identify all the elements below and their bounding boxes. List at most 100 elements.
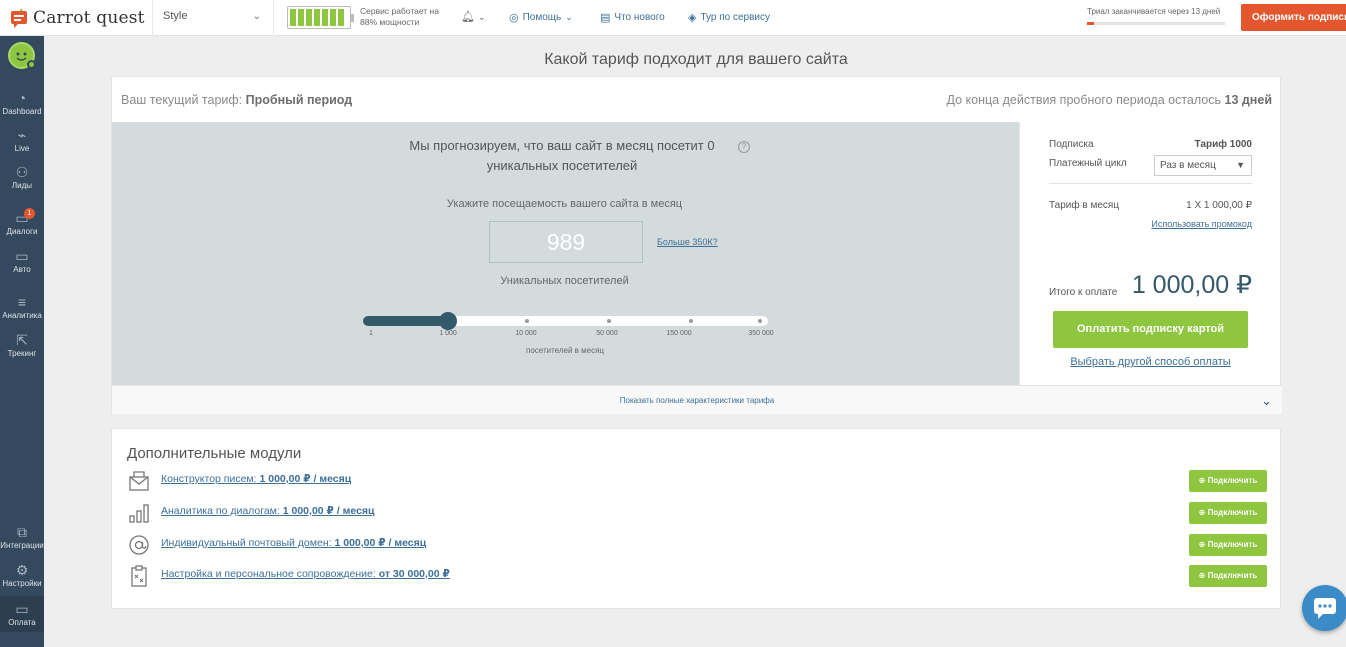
chat-bubble-icon: [1314, 598, 1336, 619]
slider-tick: [757, 319, 762, 323]
slider-tick-label: 150 000: [666, 330, 692, 337]
chat-widget-button[interactable]: [1302, 585, 1346, 631]
current-plan: Ваш текущий тариф: Пробный период: [121, 93, 352, 107]
current-plan-value: Пробный период: [245, 93, 353, 107]
subscribe-button[interactable]: Оформить подписку: [1241, 4, 1346, 31]
sidebar-item-label: Оплата: [8, 618, 36, 627]
card-icon: ▭: [15, 601, 29, 617]
visits-label: Укажите посещаемость вашего сайта в меся…: [446, 198, 683, 210]
more-350k-link[interactable]: Больше 350К?: [657, 237, 718, 247]
project-name: Style: [163, 10, 188, 22]
billing-cycle-label: Платежный цикл: [1049, 158, 1127, 169]
connect-module-button[interactable]: ⊕ Подключить: [1189, 470, 1267, 492]
notifications-button[interactable]: 🔔︎ ⌄: [461, 10, 486, 23]
module-row: Аналитика по диалогам: 1 000,00 ₽ / меся…: [127, 501, 1267, 525]
chevron-down-icon: ⌄: [478, 12, 486, 22]
sidebar-item-label: Интеграции: [0, 541, 44, 550]
help-menu[interactable]: ◎ Помощь ⌄: [509, 11, 573, 24]
puzzle-icon: ⧉: [17, 524, 27, 540]
trial-countdown: Триал заканчивается через 13 дней: [1087, 7, 1221, 16]
slider-fill: [363, 316, 449, 326]
sidebar-item-billing[interactable]: ▭ Оплата: [0, 596, 44, 632]
sidebar-item-auto[interactable]: ▭ Авто: [0, 248, 44, 274]
other-payment-link[interactable]: Выбрать другой способ оплаты: [1049, 356, 1252, 368]
users-icon: ⚇: [15, 164, 29, 180]
sidebar-item-label: Трекинг: [7, 349, 37, 358]
plan-card: Ваш текущий тариф: Пробный период До кон…: [111, 76, 1282, 414]
sidebar-item-leads[interactable]: ⚇ Лиды: [0, 164, 44, 190]
visits-slider[interactable]: [363, 312, 768, 330]
sidebar-item-tracking[interactable]: ⇱ Трекинг: [0, 332, 44, 358]
sidebar-item-label: Авто: [13, 265, 31, 274]
divider: [1049, 183, 1252, 184]
sidebar-item-dialogs[interactable]: ▭ 1 Диалоги: [0, 208, 44, 236]
current-plan-label: Ваш текущий тариф:: [121, 93, 243, 107]
service-load-battery-icon: [287, 6, 354, 29]
connect-module-button[interactable]: ⊕ Подключить: [1189, 565, 1267, 587]
top-bar: Carrot quest Style ⌄ Сервис работает на …: [0, 0, 1346, 36]
total-label: Итого к оплате: [1049, 287, 1118, 298]
sidebar-item-label: Диалоги: [6, 227, 38, 236]
slider-handle[interactable]: [439, 312, 458, 330]
app-logo[interactable]: Carrot quest: [10, 7, 145, 29]
module-link[interactable]: Настройка и персональное сопровождение: …: [161, 568, 450, 580]
gear-icon: ⚙: [15, 562, 29, 578]
graduation-cap-icon: ◈: [688, 12, 697, 24]
sidebar-item-analytics[interactable]: ≡ Аналитика: [0, 294, 44, 320]
subscription-value: Тариф 1000: [1194, 139, 1252, 150]
tour-label: Тур по сервису: [700, 12, 771, 23]
per-month-label: посетителей в месяц: [526, 346, 604, 355]
module-link[interactable]: Индивидуальный почтовый домен: 1 000,00 …: [161, 537, 426, 549]
monthly-price-label: Тариф в месяц: [1049, 200, 1120, 211]
show-full-plan-toggle[interactable]: Показать полные характеристики тарифа ⌄: [112, 385, 1282, 414]
whats-new-label: Что нового: [614, 12, 665, 23]
slider-tick: [607, 319, 612, 323]
monthly-price-value: 1 X 1 000,00 ₽: [1186, 200, 1252, 211]
module-link[interactable]: Конструктор писем: 1 000,00 ₽ / месяц: [161, 473, 351, 485]
chevron-down-icon: ⌄: [1261, 393, 1272, 408]
lifebuoy-icon: ◎: [509, 12, 519, 24]
connect-module-button[interactable]: ⊕ Подключить: [1189, 534, 1267, 556]
slider-tick-label: 10 000: [515, 330, 537, 337]
page-title: Какой тариф подходит для вашего сайта: [544, 51, 848, 68]
bell-icon: 🔔︎: [461, 11, 475, 23]
carrot-logo-icon: [11, 8, 27, 28]
promo-code-link[interactable]: Использовать промокод: [1151, 219, 1252, 229]
project-selector[interactable]: Style ⌄: [152, 0, 274, 36]
modules-title: Дополнительные модули: [127, 445, 302, 462]
sidebar-item-live[interactable]: ⌁ Live: [0, 127, 44, 153]
pay-by-card-button[interactable]: Оплатить подписку картой: [1053, 311, 1248, 348]
newspaper-icon: ▤: [600, 12, 611, 24]
traffic-calculator: Мы прогнозируем, что ваш сайт в месяц по…: [112, 122, 1019, 385]
email-builder-icon: [129, 471, 149, 491]
service-status-line-2: 88% мощности: [360, 17, 420, 27]
sidebar-item-label: Аналитика: [2, 311, 42, 320]
chevron-down-icon: ⌄: [252, 11, 261, 22]
dropdown-arrow-icon: ▼: [1236, 160, 1245, 170]
sidebar-item-integrations[interactable]: ⧉ Интеграции: [0, 524, 44, 550]
visits-input[interactable]: 989: [489, 221, 643, 263]
forecast-text: Мы прогнозируем, что ваш сайт в месяц по…: [409, 138, 715, 173]
slider-tick: [525, 319, 530, 323]
sidebar-item-label: Live: [14, 144, 30, 153]
help-icon[interactable]: ?: [738, 141, 750, 153]
avatar[interactable]: [8, 42, 36, 69]
connect-module-button[interactable]: ⊕ Подключить: [1189, 502, 1267, 524]
slider-tick-label: 1: [369, 330, 373, 337]
sidebar-item-dashboard[interactable]: ◔ Dashboard: [0, 90, 44, 116]
module-link[interactable]: Аналитика по диалогам: 1 000,00 ₽ / меся…: [161, 505, 375, 517]
service-status: Сервис работает на 88% мощности: [360, 6, 439, 28]
module-row: Конструктор писем: 1 000,00 ₽ / месяц ⊕ …: [127, 469, 1267, 493]
days-left-value: 13 дней: [1224, 93, 1273, 107]
sidebar-item-settings[interactable]: ⚙ Настройки: [0, 562, 44, 588]
whats-new-link[interactable]: ▤ Что нового: [600, 11, 665, 24]
gauge-icon: ◔: [17, 90, 27, 106]
slider-tick: [689, 319, 694, 323]
show-full-label: Показать полные характеристики тарифа: [619, 396, 775, 405]
billing-cycle-select[interactable]: Раз в месяц ▼: [1154, 155, 1252, 176]
auto-message-icon: ▭: [15, 248, 29, 264]
tour-link[interactable]: ◈ Тур по сервису: [688, 11, 770, 24]
service-status-line-1: Сервис работает на: [360, 6, 439, 16]
additional-modules: Дополнительные модули Конструктор писем:…: [111, 428, 1281, 609]
pulse-icon: ⌁: [17, 127, 27, 143]
